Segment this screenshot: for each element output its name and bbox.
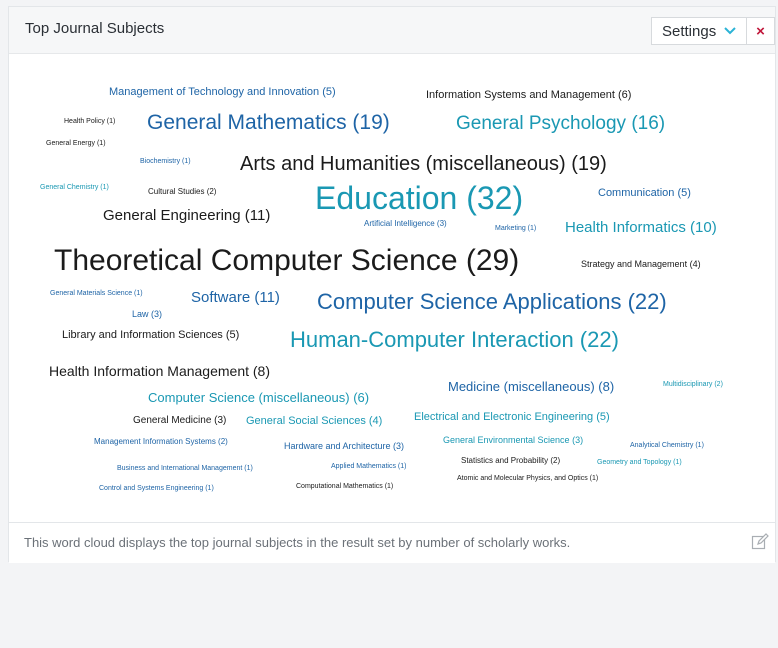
word-cloud-term[interactable]: General Medicine (3) xyxy=(133,416,226,426)
word-cloud-term[interactable]: General Psychology (16) xyxy=(456,114,665,133)
footer-description: This word cloud displays the top journal… xyxy=(24,535,571,550)
edit-icon[interactable] xyxy=(751,533,769,551)
settings-label: Settings xyxy=(662,22,717,40)
word-cloud-term[interactable]: Education (32) xyxy=(315,182,523,214)
word-cloud-term[interactable]: Arts and Humanities (miscellaneous) (19) xyxy=(240,154,607,174)
word-cloud-term[interactable]: General Environmental Science (3) xyxy=(443,436,583,445)
word-cloud-term[interactable]: Analytical Chemistry (1) xyxy=(630,442,704,449)
word-cloud-term[interactable]: General Materials Science (1) xyxy=(50,290,143,297)
word-cloud-term[interactable]: Computer Science (miscellaneous) (6) xyxy=(148,391,369,404)
word-cloud-term[interactable]: Marketing (1) xyxy=(495,225,536,232)
journal-subjects-panel: Top Journal Subjects Settings × Manageme… xyxy=(8,6,776,563)
word-cloud-term[interactable]: General Mathematics (19) xyxy=(147,112,390,133)
word-cloud-term[interactable]: Library and Information Sciences (5) xyxy=(62,330,239,341)
chevron-down-icon xyxy=(724,24,736,38)
word-cloud-term[interactable]: General Social Sciences (4) xyxy=(246,416,382,427)
word-cloud-term[interactable]: Strategy and Management (4) xyxy=(581,260,701,269)
panel-header: Top Journal Subjects Settings × xyxy=(9,7,775,54)
word-cloud-term[interactable]: Statistics and Probability (2) xyxy=(461,457,560,465)
word-cloud-term[interactable]: Business and International Management (1… xyxy=(117,465,253,472)
word-cloud-term[interactable]: Biochemistry (1) xyxy=(140,158,191,165)
close-button[interactable]: × xyxy=(747,17,775,45)
word-cloud-term[interactable]: Multidisciplinary (2) xyxy=(663,381,723,388)
word-cloud-term[interactable]: Electrical and Electronic Engineering (5… xyxy=(414,412,610,423)
word-cloud-term[interactable]: Medicine (miscellaneous) (8) xyxy=(448,380,614,393)
word-cloud-term[interactable]: General Chemistry (1) xyxy=(40,184,109,191)
word-cloud-term[interactable]: Law (3) xyxy=(132,310,162,319)
settings-dropdown-button[interactable]: Settings xyxy=(651,17,747,45)
word-cloud: Management of Technology and Innovation … xyxy=(10,54,776,514)
word-cloud-term[interactable]: Hardware and Architecture (3) xyxy=(284,442,404,451)
word-cloud-term[interactable]: Health Policy (1) xyxy=(64,118,115,125)
word-cloud-term[interactable]: Management Information Systems (2) xyxy=(94,438,228,446)
word-cloud-term[interactable]: Human-Computer Interaction (22) xyxy=(290,329,619,351)
word-cloud-term[interactable]: Computer Science Applications (22) xyxy=(317,291,667,313)
word-cloud-term[interactable]: Atomic and Molecular Physics, and Optics… xyxy=(457,475,598,482)
word-cloud-term[interactable]: General Engineering (11) xyxy=(103,208,270,223)
word-cloud-term[interactable]: Applied Mathematics (1) xyxy=(331,463,406,470)
word-cloud-term[interactable]: General Energy (1) xyxy=(46,140,106,147)
word-cloud-term[interactable]: Health Informatics (10) xyxy=(565,220,717,235)
word-cloud-term[interactable]: Cultural Studies (2) xyxy=(148,188,216,196)
word-cloud-term[interactable]: Communication (5) xyxy=(598,188,691,199)
word-cloud-term[interactable]: Health Information Management (8) xyxy=(49,364,270,378)
word-cloud-term[interactable]: Theoretical Computer Science (29) xyxy=(54,246,519,276)
word-cloud-term[interactable]: Artificial Intelligence (3) xyxy=(364,220,447,228)
panel-title: Top Journal Subjects xyxy=(25,20,165,37)
close-icon: × xyxy=(756,22,765,40)
word-cloud-term[interactable]: Geometry and Topology (1) xyxy=(597,459,682,466)
word-cloud-term[interactable]: Computational Mathematics (1) xyxy=(296,483,393,490)
word-cloud-term[interactable]: Information Systems and Management (6) xyxy=(426,90,631,101)
word-cloud-term[interactable]: Management of Technology and Innovation … xyxy=(109,87,336,98)
panel-footer: This word cloud displays the top journal… xyxy=(9,522,775,563)
word-cloud-term[interactable]: Control and Systems Engineering (1) xyxy=(99,485,214,492)
word-cloud-term[interactable]: Software (11) xyxy=(191,290,280,305)
